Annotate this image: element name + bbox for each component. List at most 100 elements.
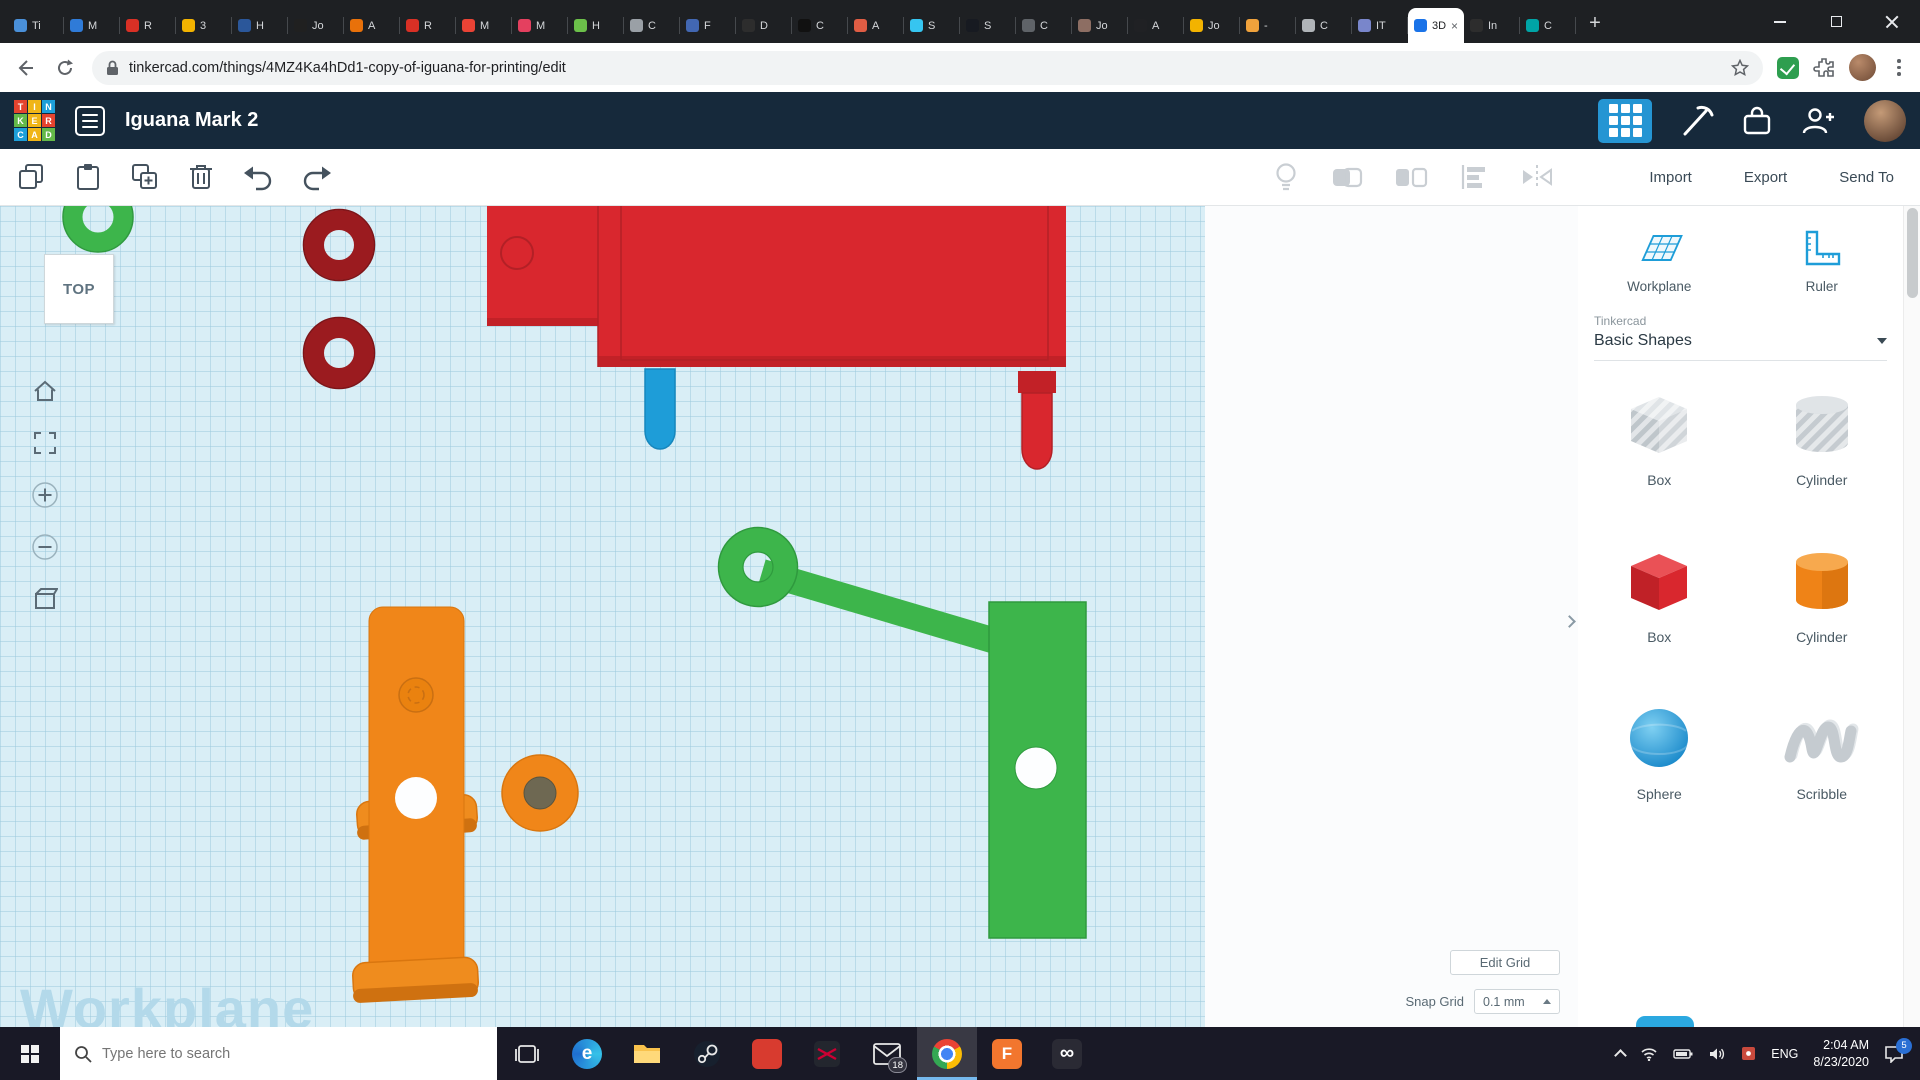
shape-item-sphere[interactable]: Sphere bbox=[1578, 705, 1741, 802]
browser-tab[interactable]: C bbox=[624, 8, 680, 43]
bricks-pickaxe-icon[interactable] bbox=[1678, 104, 1714, 138]
browser-menu-icon[interactable] bbox=[1890, 59, 1908, 76]
browser-tab[interactable]: R bbox=[120, 8, 176, 43]
app-file-explorer[interactable] bbox=[617, 1027, 677, 1080]
duplicate-icon[interactable] bbox=[130, 162, 160, 192]
notification-center-button[interactable]: 5 bbox=[1884, 1037, 1912, 1063]
browser-tab[interactable]: S bbox=[960, 8, 1016, 43]
zoom-out-button[interactable] bbox=[26, 528, 64, 566]
view-cube[interactable]: TOP bbox=[44, 254, 114, 324]
bookmark-star-icon[interactable] bbox=[1731, 58, 1749, 77]
app-dragon-center[interactable] bbox=[797, 1027, 857, 1080]
browser-tab[interactable]: Jo bbox=[1184, 8, 1240, 43]
blocks-view-button[interactable] bbox=[1598, 98, 1652, 143]
browser-tab[interactable]: S bbox=[904, 8, 960, 43]
blue-peg[interactable] bbox=[644, 368, 676, 450]
browser-tab[interactable]: M bbox=[512, 8, 568, 43]
search-input[interactable] bbox=[102, 1045, 432, 1062]
browser-tab[interactable]: In bbox=[1464, 8, 1520, 43]
library-dropdown[interactable]: Tinkercad Basic Shapes bbox=[1594, 314, 1887, 361]
green-torus[interactable] bbox=[63, 206, 133, 252]
browser-tab[interactable]: Jo bbox=[288, 8, 344, 43]
user-avatar[interactable] bbox=[1864, 99, 1906, 142]
orange-cylinder[interactable] bbox=[501, 754, 579, 832]
dark-red-torus-1[interactable] bbox=[302, 208, 376, 282]
new-tab-button[interactable]: + bbox=[1580, 8, 1610, 38]
export-button[interactable]: Export bbox=[1744, 169, 1787, 186]
ime-icon[interactable] bbox=[1741, 1046, 1756, 1061]
start-button[interactable] bbox=[0, 1027, 60, 1080]
browser-tab[interactable]: Jo bbox=[1072, 8, 1128, 43]
classes-bag-icon[interactable] bbox=[1740, 105, 1774, 137]
invite-person-icon[interactable] bbox=[1800, 105, 1838, 137]
app-mail[interactable]: 18 bbox=[857, 1027, 917, 1080]
snap-grid-select[interactable]: 0.1 mm bbox=[1474, 989, 1560, 1014]
refresh-button[interactable] bbox=[52, 55, 78, 81]
tinkercad-logo[interactable]: T I N K E R C A D bbox=[14, 100, 55, 141]
tray-overflow-button[interactable] bbox=[1614, 1047, 1628, 1062]
fit-view-button[interactable] bbox=[26, 424, 64, 462]
shape-item-cylinder-basic[interactable]: Cylinder bbox=[1741, 391, 1904, 488]
browser-tab[interactable]: - bbox=[1240, 8, 1296, 43]
copy-icon[interactable] bbox=[16, 162, 46, 192]
ruler-tool[interactable]: Ruler bbox=[1741, 228, 1904, 294]
home-view-button[interactable] bbox=[26, 372, 64, 410]
app-chrome[interactable] bbox=[917, 1027, 977, 1080]
language-indicator[interactable]: ENG bbox=[1771, 1047, 1798, 1061]
task-view-button[interactable] bbox=[497, 1027, 557, 1080]
battery-icon[interactable] bbox=[1673, 1048, 1693, 1060]
app-steam[interactable] bbox=[677, 1027, 737, 1080]
browser-profile-avatar[interactable] bbox=[1849, 54, 1876, 81]
browser-tab[interactable]: A bbox=[848, 8, 904, 43]
scrollbar-thumb[interactable] bbox=[1907, 208, 1918, 298]
app-store-red[interactable] bbox=[737, 1027, 797, 1080]
browser-tab[interactable]: R bbox=[400, 8, 456, 43]
green-bracket[interactable] bbox=[717, 526, 1087, 939]
import-button[interactable]: Import bbox=[1649, 169, 1692, 186]
zoom-in-button[interactable] bbox=[26, 476, 64, 514]
workplane-tool[interactable]: Workplane bbox=[1578, 228, 1741, 294]
redo-icon[interactable] bbox=[301, 162, 333, 192]
shape-item-cylinder-orange[interactable]: Cylinder bbox=[1741, 548, 1904, 645]
undo-icon[interactable] bbox=[242, 162, 274, 192]
browser-tab[interactable]: C bbox=[1016, 8, 1072, 43]
design-menu-icon[interactable] bbox=[75, 105, 105, 136]
browser-tab[interactable]: H bbox=[568, 8, 624, 43]
maximize-button[interactable] bbox=[1808, 0, 1864, 43]
taskbar-search[interactable] bbox=[60, 1027, 497, 1080]
paste-icon[interactable] bbox=[73, 162, 103, 192]
edit-grid-button[interactable]: Edit Grid bbox=[1450, 950, 1560, 975]
red-peg[interactable] bbox=[1018, 371, 1056, 470]
app-infinity[interactable]: ∞ bbox=[1037, 1027, 1097, 1080]
url-bar[interactable]: tinkercad.com/things/4MZ4Ka4hDd1-copy-of… bbox=[92, 50, 1763, 85]
workplane-view-button[interactable] bbox=[26, 580, 64, 618]
browser-tab[interactable]: M bbox=[456, 8, 512, 43]
browser-tab[interactable]: A bbox=[1128, 8, 1184, 43]
minimize-button[interactable] bbox=[1752, 0, 1808, 43]
sidebar-scrollbar[interactable] bbox=[1903, 206, 1920, 1027]
design-title[interactable]: Iguana Mark 2 bbox=[125, 109, 258, 132]
close-button[interactable] bbox=[1864, 0, 1920, 43]
extension-check-icon[interactable] bbox=[1777, 56, 1799, 79]
browser-tab[interactable]: C bbox=[1296, 8, 1352, 43]
clock[interactable]: 2:04 AM 8/23/2020 bbox=[1813, 1037, 1869, 1071]
shape-item-box-basic[interactable]: Box bbox=[1578, 391, 1741, 488]
app-edge[interactable]: e bbox=[557, 1027, 617, 1080]
shape-item-scribble[interactable]: Scribble bbox=[1741, 705, 1904, 802]
browser-tab[interactable]: H bbox=[232, 8, 288, 43]
dark-red-torus-2[interactable] bbox=[302, 316, 376, 390]
orange-bracket[interactable] bbox=[352, 606, 479, 1003]
browser-tab[interactable]: IT bbox=[1352, 8, 1408, 43]
send-to-button[interactable]: Send To bbox=[1839, 169, 1894, 186]
browser-tab[interactable]: C bbox=[792, 8, 848, 43]
panel-collapse-button[interactable] bbox=[1560, 608, 1578, 634]
extensions-puzzle-icon[interactable] bbox=[1813, 57, 1835, 79]
browser-tab[interactable]: 3 bbox=[176, 8, 232, 43]
red-plate[interactable] bbox=[487, 206, 1066, 367]
browser-tab[interactable]: F bbox=[680, 8, 736, 43]
network-icon[interactable] bbox=[1640, 1047, 1658, 1061]
browser-tab-active[interactable]: 3D × bbox=[1408, 8, 1464, 43]
browser-tab[interactable]: Ti bbox=[8, 8, 64, 43]
browser-tab[interactable]: D bbox=[736, 8, 792, 43]
app-f[interactable]: F bbox=[977, 1027, 1037, 1080]
